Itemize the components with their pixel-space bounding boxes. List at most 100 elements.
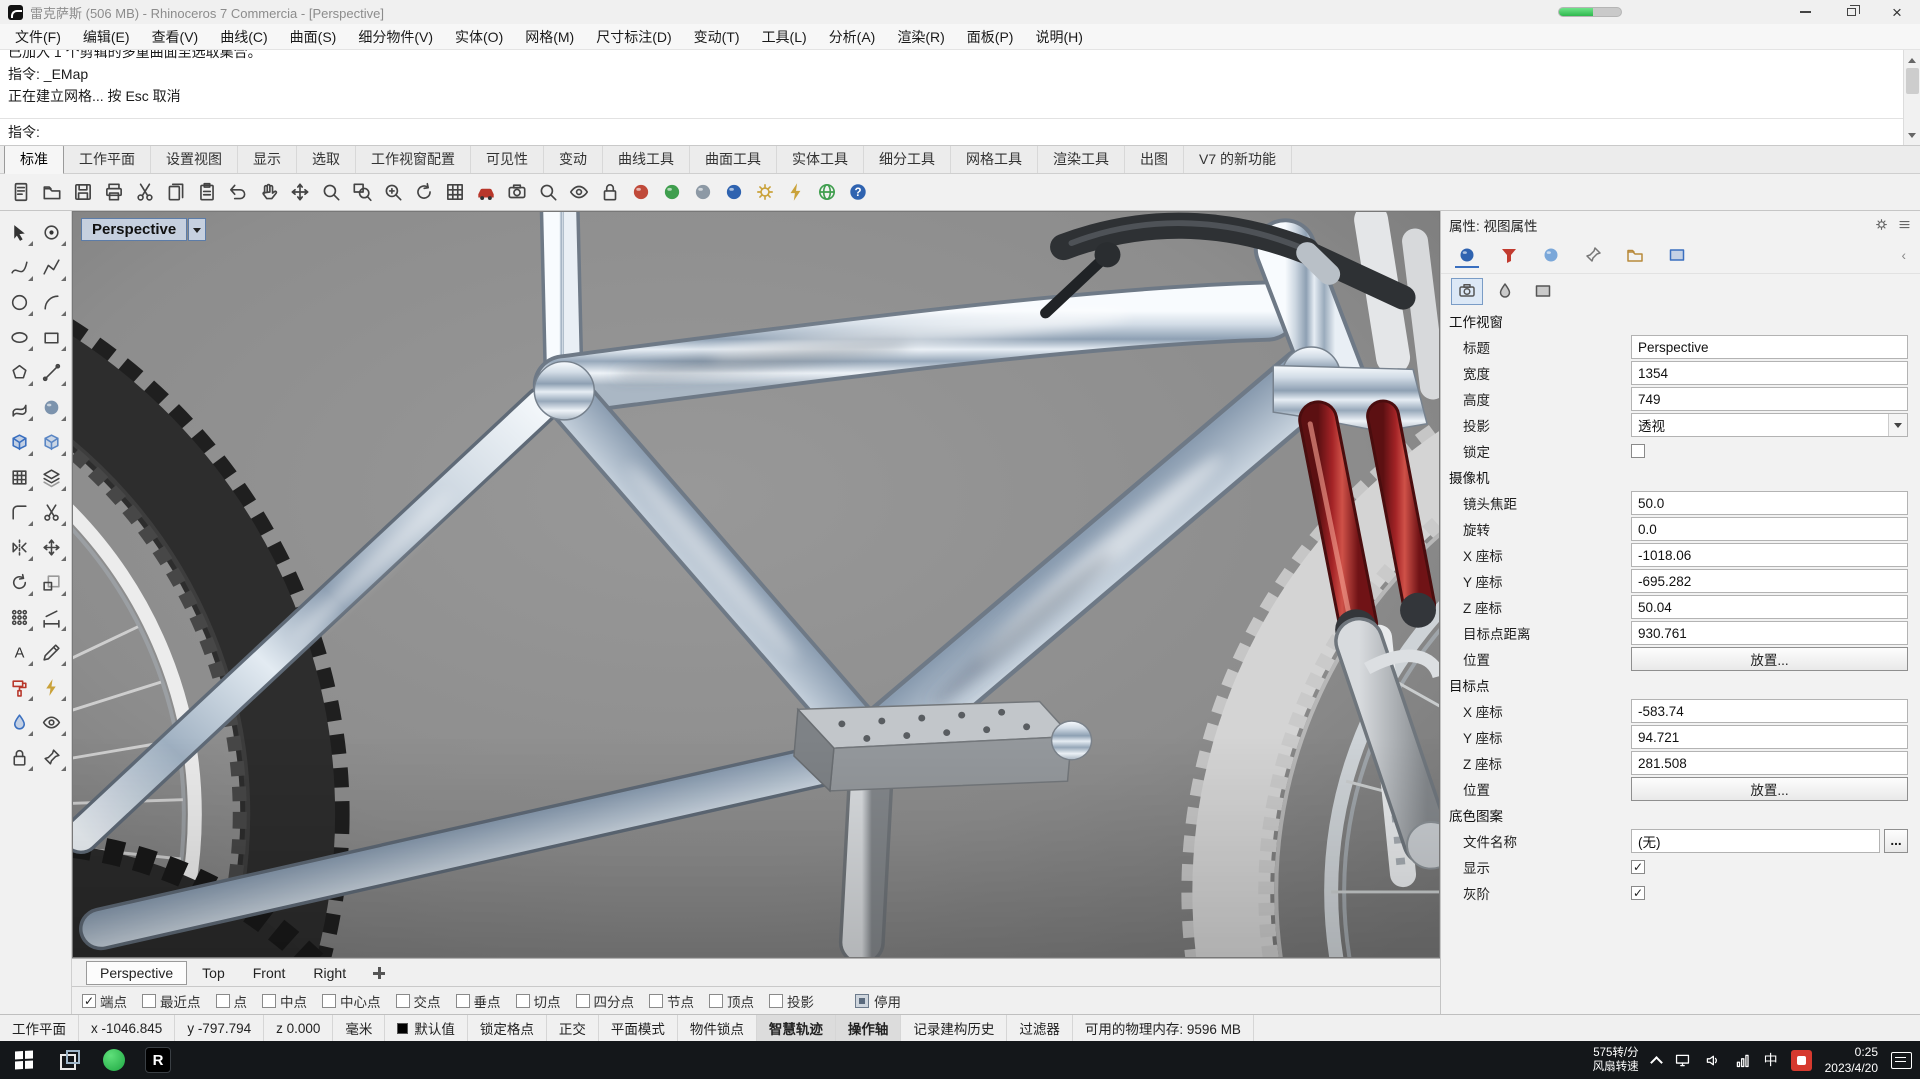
help-button[interactable]: ? [843,178,872,207]
osnap-mid[interactable]: 中点 [262,991,307,1011]
render-preview-button[interactable] [626,178,655,207]
pin-tool[interactable] [37,742,67,772]
toolbar-tab-drafting[interactable]: 出图 [1125,145,1184,173]
osnap-knot-checkbox[interactable] [649,994,663,1008]
osnap-center-checkbox[interactable] [322,994,336,1008]
rotate-view-button[interactable] [409,178,438,207]
wallpaper-gray-checkbox[interactable] [1631,886,1645,900]
menu-item-curve[interactable]: 曲线(C) [209,27,278,47]
tab-notes[interactable] [1581,244,1605,268]
zoom-selected-button[interactable] [533,178,562,207]
action-center-icon[interactable] [1891,1052,1912,1069]
osnap-quadrant[interactable]: 四分点 [576,991,635,1011]
polyline-tool[interactable] [37,252,67,282]
point-tool[interactable] [37,217,67,247]
scrollbar-thumb[interactable] [1906,68,1919,94]
taskbar-app-messenger[interactable] [92,1041,136,1079]
tab-web[interactable] [1665,244,1689,268]
circle-tool[interactable] [4,287,34,317]
restore-button[interactable] [1828,0,1874,24]
viewport-projection-select[interactable]: 透视 [1631,413,1908,437]
toolbar-tab-transform[interactable]: 变动 [544,145,603,173]
status-toggle-osnap[interactable]: 物件锁点 [678,1015,757,1041]
osnap-intersection[interactable]: 交点 [396,991,441,1011]
panel-tab-scroll-icon[interactable]: ‹ [1902,248,1907,263]
rectangle-tool[interactable] [37,322,67,352]
title-bar[interactable]: 雷克萨斯 (506 MB) - Rhinoceros 7 Commercia -… [0,0,1920,24]
open-file-button[interactable] [37,178,66,207]
viewport-title-field[interactable]: Perspective [1631,335,1908,359]
toolbar-tab-surface-tools[interactable]: 曲面工具 [690,145,777,173]
camera-target-distance-field[interactable]: 930.761 [1631,621,1908,645]
toolbar-tab-solid-tools[interactable]: 实体工具 [777,145,864,173]
layers-tool[interactable] [37,462,67,492]
copy-button[interactable] [161,178,190,207]
mesh-tool[interactable] [4,462,34,492]
droplet-tool[interactable] [4,707,34,737]
zoom-dynamic-button[interactable] [316,178,345,207]
toolbar-tab-render-tools[interactable]: 渲染工具 [1038,145,1125,173]
clock[interactable]: 0:25 2023/4/20 [1825,1044,1878,1076]
osnap-knot[interactable]: 节点 [649,991,694,1011]
toolbar-tab-viewport-layout[interactable]: 工作视窗配置 [356,145,471,173]
wallpaper-filename-browse-button[interactable]: ... [1884,829,1908,853]
paste-button[interactable] [192,178,221,207]
trim-tool[interactable] [37,497,67,527]
toolbar-tab-standard[interactable]: 标准 [4,144,64,174]
ime-indicator[interactable]: 中 [1764,1050,1778,1070]
osnap-perpendicular[interactable]: 垂点 [456,991,501,1011]
array-tool[interactable] [4,602,34,632]
viewport-tab-right[interactable]: Right [300,962,359,984]
tab-properties[interactable] [1455,244,1479,268]
move-view-button[interactable] [285,178,314,207]
viewport-tab-perspective[interactable]: Perspective [86,961,187,985]
toolbar-tab-display[interactable]: 显示 [238,145,297,173]
osnap-project[interactable]: 投影 [769,991,814,1011]
command-scrollbar[interactable] [1903,50,1920,145]
menu-item-edit[interactable]: 编辑(E) [72,27,141,47]
environment-button[interactable] [781,178,810,207]
osnap-point[interactable]: 点 [216,991,248,1011]
menu-item-mesh[interactable]: 网格(M) [514,27,585,47]
fillet-tool[interactable] [4,497,34,527]
osnap-intersection-checkbox[interactable] [396,994,410,1008]
target-place-button[interactable]: 放置... [1631,777,1908,801]
target-x-field[interactable]: -583.74 [1631,699,1908,723]
viewport-tab-front[interactable]: Front [240,962,299,984]
camera-x-field[interactable]: -1018.06 [1631,543,1908,567]
menu-item-help[interactable]: 说明(H) [1024,27,1093,47]
wallpaper-properties-button[interactable] [1527,278,1559,305]
speaker-icon[interactable] [1704,1052,1721,1069]
lock-objects-button[interactable] [595,178,624,207]
menu-item-file[interactable]: 文件(F) [4,27,72,47]
grid-options-button[interactable] [440,178,469,207]
camera-rotation-field[interactable]: 0.0 [1631,517,1908,541]
minimize-button[interactable] [1782,0,1828,24]
status-toggle-gumball[interactable]: 操作轴 [836,1015,902,1041]
display-mode-button[interactable] [564,178,593,207]
menu-item-solid[interactable]: 实体(O) [444,27,514,47]
menu-item-transform[interactable]: 变动(T) [683,27,751,47]
toolbar-tab-mesh-tools[interactable]: 网格工具 [951,145,1038,173]
toolbar-tab-new-in-v7[interactable]: V7 的新功能 [1184,145,1292,173]
menu-item-analyze[interactable]: 分析(A) [818,27,887,47]
menu-item-surface[interactable]: 曲面(S) [279,27,348,47]
sphere-tool[interactable] [37,392,67,422]
pencil-tool[interactable] [37,637,67,667]
osnap-end-checkbox[interactable] [82,994,96,1008]
osnap-end[interactable]: 端点 [82,991,127,1011]
visibility-tool[interactable] [37,707,67,737]
earth-anchor-button[interactable] [812,178,841,207]
menu-item-subd[interactable]: 细分物件(V) [347,27,444,47]
osnap-near-checkbox[interactable] [142,994,156,1008]
osnap-perpendicular-checkbox[interactable] [456,994,470,1008]
bike-3d-render[interactable] [73,212,1439,957]
perspective-viewport[interactable]: Perspective [72,211,1440,958]
dimension-tool[interactable] [37,602,67,632]
osnap-near[interactable]: 最近点 [142,991,201,1011]
menu-item-view[interactable]: 查看(V) [141,27,210,47]
rotate-tool[interactable] [4,567,34,597]
new-viewport-tab-button[interactable] [371,965,387,981]
pan-view-button[interactable] [254,178,283,207]
osnap-mid-checkbox[interactable] [262,994,276,1008]
